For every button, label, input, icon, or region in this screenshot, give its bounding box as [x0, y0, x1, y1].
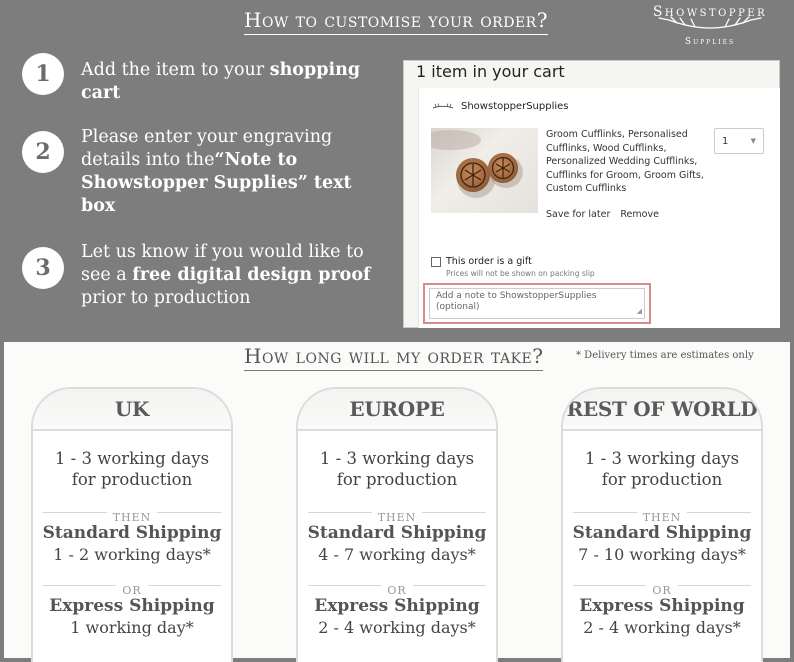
region-card-europe: EUROPE 1 - 3 working days for production… [296, 387, 498, 662]
instructions-title: How to customise your order? [244, 8, 548, 35]
step-2: 2 Please enter your engraving details in… [22, 126, 391, 218]
chevron-down-icon: ▼ [750, 137, 756, 145]
express-shipping-days: 2 - 4 working days* [318, 618, 476, 637]
standard-shipping-label: Standard Shipping [572, 523, 752, 543]
brand-subtitle: Supplies [684, 37, 736, 47]
then-divider: THEN [308, 506, 486, 524]
region-name: REST OF WORLD [563, 389, 761, 431]
then-label: THEN [371, 511, 423, 524]
delivery-section: How long will my order take? * Delivery … [4, 342, 790, 662]
step-text: Please enter your engraving details into… [81, 126, 391, 218]
standard-shipping-label: Standard Shipping [42, 523, 222, 543]
standard-shipping-days: 1 - 2 working days* [53, 545, 211, 564]
cufflinks-photo [431, 130, 523, 198]
save-for-later-link[interactable]: Save for later [546, 209, 610, 220]
or-divider: OR [43, 579, 221, 597]
then-divider: THEN [43, 506, 221, 524]
region-card-rest-of-world: REST OF WORLD 1 - 3 working days for pro… [561, 387, 763, 662]
standard-shipping-days: 7 - 10 working days* [578, 545, 746, 564]
note-highlight: Add a note to ShowstopperSupplies (optio… [423, 283, 651, 324]
production-time: 1 - 3 working days for production [54, 449, 210, 489]
step-text-plain: Add the item to your [81, 60, 270, 80]
express-shipping-label: Express Shipping [314, 596, 480, 616]
or-divider: OR [573, 579, 751, 597]
quantity-value: 1 [722, 135, 729, 147]
item-actions: Save for later Remove [546, 209, 659, 220]
step-number: 2 [22, 131, 64, 173]
then-label: THEN [636, 511, 688, 524]
remove-link[interactable]: Remove [620, 209, 659, 220]
quantity-select[interactable]: 1 ▼ [714, 128, 764, 154]
gift-label[interactable]: This order is a gift [446, 256, 532, 267]
standard-shipping-days: 4 - 7 working days* [318, 545, 476, 564]
production-time: 1 - 3 working days for production [319, 449, 475, 489]
gift-note: Prices will not be shown on packing slip [446, 269, 595, 278]
or-label: OR [646, 584, 678, 597]
gift-checkbox[interactable] [431, 256, 441, 267]
express-shipping-days: 1 working day* [70, 618, 194, 637]
seller-note-textarea[interactable]: Add a note to ShowstopperSupplies (optio… [429, 288, 645, 319]
region-name: EUROPE [298, 389, 496, 431]
region-card-uk: UK 1 - 3 working days for production THE… [31, 387, 233, 662]
product-title-link[interactable]: Groom Cufflinks, Personalised Cufflinks,… [546, 128, 706, 196]
or-divider: OR [308, 579, 486, 597]
delivery-title: How long will my order take? [244, 344, 544, 371]
step-3: 3 Let us know if you would like to see a… [22, 241, 381, 310]
step-text-plain: prior to production [81, 288, 251, 308]
then-divider: THEN [573, 506, 751, 524]
cart-item-card: ShowstopperSupplies Groom Cufflinks, Per… [418, 88, 780, 328]
step-1: 1 Add the item to your shopping cart [22, 53, 381, 105]
step-text: Let us know if you would like to see a f… [81, 241, 381, 310]
shop-name[interactable]: ShowstopperSupplies [461, 101, 569, 112]
note-placeholder: Add a note to ShowstopperSupplies (optio… [436, 291, 597, 312]
cart-heading: 1 item in your cart [416, 62, 565, 81]
cart-panel: 1 item in your cart ShowstopperSupplies [403, 60, 780, 328]
brand-name: Showstopper [652, 4, 768, 20]
step-number: 1 [22, 53, 64, 95]
express-shipping-label: Express Shipping [49, 596, 215, 616]
production-time: 1 - 3 working days for production [584, 449, 740, 489]
region-name: UK [33, 389, 231, 431]
estimate-note: * Delivery times are estimates only [576, 350, 754, 361]
instructions-section: How to customise your order? Showstopper… [0, 0, 794, 338]
step-number: 3 [22, 247, 64, 289]
resize-grip-icon[interactable]: ◢ [637, 306, 642, 317]
step-text-bold: free digital design proof [132, 265, 371, 285]
express-shipping-days: 2 - 4 working days* [583, 618, 741, 637]
express-shipping-label: Express Shipping [579, 596, 745, 616]
standard-shipping-label: Standard Shipping [307, 523, 487, 543]
or-label: OR [116, 584, 148, 597]
brand-logo: Showstopper Supplies [640, 4, 780, 47]
shop-logo-icon [432, 102, 454, 108]
or-label: OR [381, 584, 413, 597]
step-text: Add the item to your shopping cart [81, 59, 381, 105]
shop-row[interactable]: ShowstopperSupplies [431, 101, 569, 112]
then-label: THEN [106, 511, 158, 524]
product-image[interactable] [431, 128, 538, 213]
gift-row[interactable]: This order is a gift [431, 256, 532, 267]
